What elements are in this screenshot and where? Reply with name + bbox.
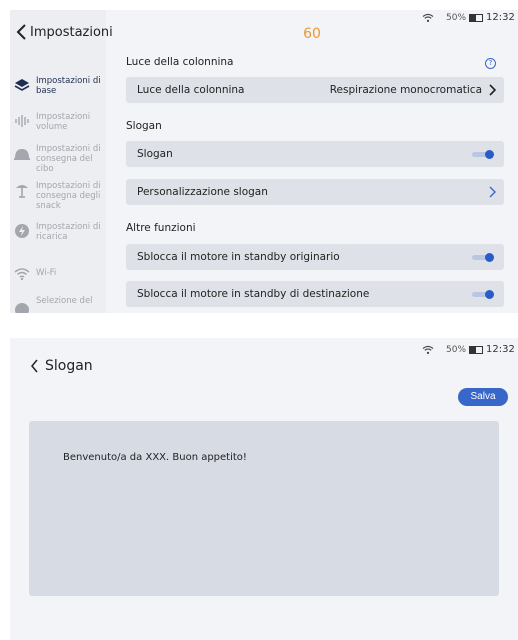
back-button[interactable]: Slogan (30, 358, 93, 374)
sidebar-item-selection[interactable]: Selezione del (14, 296, 106, 313)
row-value: Respirazione monocromatica (329, 84, 482, 96)
sidebar-item-label: Impostazioni di consegna del cibo (36, 144, 101, 174)
unlock-origin-toggle[interactable] (472, 253, 494, 262)
back-label: Impostazioni (30, 24, 113, 40)
section-column-light: Luce della colonnina (126, 56, 234, 68)
slogan-toggle[interactable] (472, 150, 494, 159)
charge-icon (15, 224, 29, 238)
unlock-destination-toggle[interactable] (472, 290, 494, 299)
sidebar-item-label: Impostazioni volume (36, 112, 91, 132)
sidebar-item-label: Impostazioni di consegna degli snack (36, 181, 101, 211)
sidebar-item-label: Selezione del (36, 296, 93, 306)
row-unlock-destination: Sblocca il motore in standby di destinaz… (126, 281, 504, 307)
settings-screen: Impostazioni Impostazioni di base Impost… (10, 10, 518, 313)
sidebar-item-wifi[interactable]: Wi-Fi (14, 265, 106, 282)
battery-icon (469, 13, 484, 22)
status-bar: 50% 12:32 (422, 344, 515, 355)
sidebar-item-basic-settings[interactable]: Impostazioni di base (14, 76, 106, 96)
row-column-light[interactable]: Luce della colonnina Respirazione monocr… (126, 77, 504, 103)
sidebar-item-label: Impostazioni di base (36, 76, 101, 96)
section-slogan: Slogan (126, 120, 162, 132)
sidebar-item-charging[interactable]: Impostazioni di ricarica (14, 222, 106, 242)
row-custom-slogan[interactable]: Personalizzazione slogan (126, 179, 504, 205)
layers-icon (14, 79, 30, 91)
sidebar-item-food-delivery[interactable]: Impostazioni di consegna del cibo (14, 144, 106, 174)
help-icon[interactable]: ? (485, 58, 496, 69)
chevron-left-icon (31, 359, 38, 373)
page-title: Slogan (45, 358, 93, 374)
slogan-textarea[interactable]: Benvenuto/a da XXX. Buon appetito! (29, 421, 499, 596)
chevron-right-icon (489, 186, 496, 198)
sidebar-item-snack-delivery[interactable]: Impostazioni di consegna degli snack (14, 181, 106, 211)
row-label: Luce della colonnina (137, 84, 245, 96)
clock: 12:32 (486, 12, 515, 23)
battery-icon (469, 345, 484, 354)
wifi-status-icon (422, 345, 434, 354)
snack-icon (16, 185, 28, 198)
map-icon (15, 303, 29, 313)
status-bar: 50% 12:32 (422, 12, 515, 23)
volume-bars-icon (15, 115, 29, 127)
settings-content: 60 50% 12:32 Luce della colonnina ? Luce… (106, 10, 518, 313)
battery-percent: 50% (446, 344, 467, 355)
row-label: Slogan (137, 148, 173, 160)
row-slogan: Slogan (126, 141, 504, 167)
sidebar: Impostazioni Impostazioni di base Impost… (10, 10, 113, 313)
slogan-screen: 50% 12:32 Slogan Salva Benvenuto/a da XX… (10, 338, 518, 640)
row-label: Sblocca il motore in standby originario (137, 251, 340, 263)
wifi-icon (14, 268, 30, 281)
row-label: Personalizzazione slogan (137, 186, 268, 198)
row-unlock-origin: Sblocca il motore in standby originario (126, 244, 504, 270)
sidebar-item-volume[interactable]: Impostazioni volume (14, 112, 106, 132)
food-cover-icon (14, 149, 30, 160)
wifi-status-icon (422, 13, 434, 22)
save-button[interactable]: Salva (458, 388, 508, 406)
slogan-text: Benvenuto/a da XXX. Buon appetito! (63, 452, 247, 463)
back-button[interactable]: Impostazioni (16, 24, 113, 40)
countdown-timer: 60 (303, 26, 321, 42)
clock: 12:32 (486, 344, 515, 355)
row-label: Sblocca il motore in standby di destinaz… (137, 288, 370, 300)
section-other-functions: Altre funzioni (126, 222, 196, 234)
chevron-left-icon (16, 24, 26, 40)
sidebar-item-label: Impostazioni di ricarica (36, 222, 101, 242)
sidebar-item-label: Wi-Fi (36, 268, 57, 278)
chevron-right-icon (489, 84, 496, 96)
battery-percent: 50% (446, 12, 467, 23)
